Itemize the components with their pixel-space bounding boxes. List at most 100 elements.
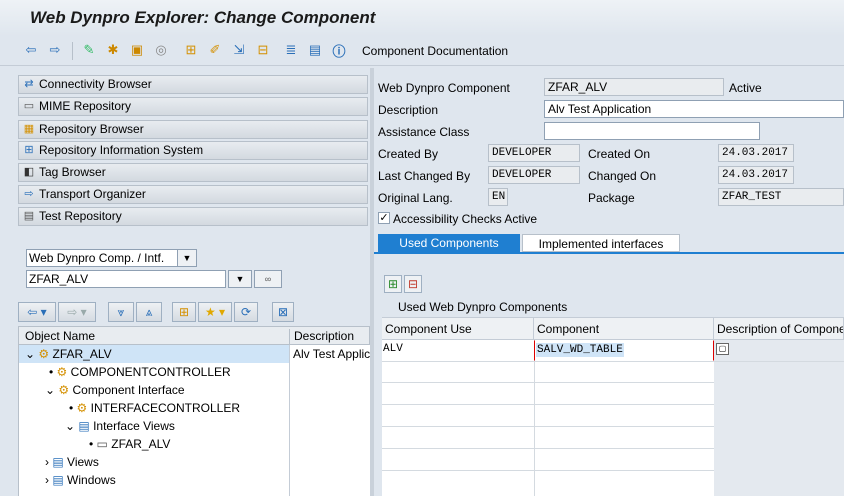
test-repository-button[interactable]: ▤ Test Repository xyxy=(18,207,368,226)
folder-icon: ▤ xyxy=(52,473,64,487)
label-changed-on: Changed On xyxy=(588,169,657,183)
tree-back-button[interactable]: ⇦ ▾ xyxy=(18,302,56,322)
tree-node-componentcontroller[interactable]: • ⚙ COMPONENTCONTROLLER xyxy=(49,365,231,379)
activate-icon[interactable]: ✱ xyxy=(104,41,122,59)
column-description: Description xyxy=(289,329,354,344)
forward-arrow-icon[interactable]: ⇨ xyxy=(46,41,64,59)
mime-repository-button[interactable]: ▭ MIME Repository xyxy=(18,97,368,116)
row-line xyxy=(382,404,714,405)
close-window-icon[interactable]: ⊠ xyxy=(272,302,294,322)
where-used-icon[interactable]: ◎ xyxy=(152,41,170,59)
display-change-icon[interactable]: ✎ xyxy=(80,41,98,59)
column-description: Description of Compone xyxy=(714,318,844,340)
info-system-icon: ⊞ xyxy=(24,144,34,156)
tab-implemented-interfaces[interactable]: Implemented interfaces xyxy=(522,234,680,252)
row-component-use[interactable]: ALV xyxy=(383,343,403,355)
value-help-icon[interactable]: ▢ xyxy=(716,343,729,355)
focused-cell[interactable]: SALV_WD_TABLE xyxy=(534,340,714,361)
column-object-name: Object Name xyxy=(25,329,96,343)
test-icon: ▤ xyxy=(23,210,35,222)
tree-node-views[interactable]: › ▤ Views xyxy=(45,455,99,469)
accessibility-label: Accessibility Checks Active xyxy=(393,212,538,226)
created-by-field: DEVELOPER xyxy=(488,144,580,162)
page-title: Web Dynpro Explorer: Change Component xyxy=(30,8,376,27)
row-component[interactable]: SALV_WD_TABLE xyxy=(536,343,624,357)
description-column xyxy=(289,345,371,496)
original-language-field: EN xyxy=(488,188,508,206)
row-line xyxy=(382,382,714,383)
tag-icon: ◧ xyxy=(23,166,35,178)
tree-node-root[interactable]: ⌄ ⚙ ZFAR_ALV xyxy=(25,347,112,361)
repository-info-system-button[interactable]: ⊞ Repository Information System xyxy=(18,141,368,160)
collapse-all-icon[interactable]: ⩓ xyxy=(136,302,162,322)
used-components-table: Component Use Component Description of C… xyxy=(382,318,844,496)
expand-all-icon[interactable]: ⩔ xyxy=(108,302,134,322)
object-tree: ⌄ ⚙ ZFAR_ALV Alv Test Applic • ⚙ COMPONE… xyxy=(18,345,370,496)
favorites-star-icon[interactable]: ★ ▾ xyxy=(198,302,232,322)
label-description: Description xyxy=(378,103,439,117)
chevron-down-icon[interactable]: ▼ xyxy=(177,249,197,267)
tab-used-components[interactable]: Used Components xyxy=(378,234,520,252)
tree-node-component-interface[interactable]: ⌄ ⚙ Component Interface xyxy=(45,383,185,397)
refresh-icon[interactable]: ⟳ xyxy=(234,302,258,322)
view-icon: ▭ xyxy=(96,437,108,451)
label-created-on: Created On xyxy=(588,147,651,161)
component-name-field: ZFAR_ALV xyxy=(544,78,724,96)
row-line xyxy=(382,426,714,427)
description-column-readonly xyxy=(714,340,844,496)
edit-icon[interactable]: ✐ xyxy=(206,41,224,59)
info-icon[interactable]: ⓘ xyxy=(330,41,348,59)
delete-row-icon[interactable]: ⊟ xyxy=(404,275,422,293)
tree-node-interface-views[interactable]: ⌄ ▤ Interface Views xyxy=(65,419,175,433)
tree-node-windows[interactable]: › ▤ Windows xyxy=(45,473,116,487)
network-icon: ⇄ xyxy=(24,78,34,90)
tree-header: Object Name Description xyxy=(18,326,370,345)
hierarchy-icon[interactable]: ⊟ xyxy=(254,41,272,59)
label-assistance-class: Assistance Class xyxy=(378,125,470,139)
display-glasses-icon[interactable]: ∞ xyxy=(254,270,282,288)
label-component: Web Dynpro Component xyxy=(378,81,510,95)
tree-node-interfacecontroller[interactable]: • ⚙ INTERFACECONTROLLER xyxy=(69,401,240,415)
tree-node-interface-view[interactable]: • ▭ ZFAR_ALV xyxy=(89,437,170,451)
object-list-icon[interactable]: ⊞ xyxy=(182,41,200,59)
label-package: Package xyxy=(588,191,635,205)
component-icon: ⚙ xyxy=(38,347,50,361)
folder-icon: ▤ xyxy=(52,455,64,469)
controller-icon: ⚙ xyxy=(56,365,68,379)
other-object-icon[interactable]: ▣ xyxy=(128,41,146,59)
object-name-input[interactable]: ZFAR_ALV xyxy=(26,270,226,288)
object-type-select[interactable]: Web Dynpro Comp. / Intf. xyxy=(26,249,178,267)
repository-browser-button[interactable]: ▦ Repository Browser xyxy=(18,120,368,139)
label-created-by: Created By xyxy=(378,147,439,161)
pane-splitter[interactable] xyxy=(370,68,374,496)
created-on-field: 24.03.2017 xyxy=(718,144,794,162)
dropdown-arrow-icon[interactable]: ▼ xyxy=(228,270,252,288)
status-active: Active xyxy=(729,81,762,95)
navigate-icon[interactable]: ⇲ xyxy=(230,41,248,59)
toolbar-separator xyxy=(72,42,73,60)
insert-row-icon[interactable]: ⊞ xyxy=(384,275,402,293)
tag-browser-button[interactable]: ◧ Tag Browser xyxy=(18,163,368,182)
column-divider xyxy=(534,340,535,496)
window-icon: ▤ xyxy=(78,419,90,433)
description-input[interactable]: Alv Test Application xyxy=(544,100,844,118)
connectivity-browser-button[interactable]: ⇄ Connectivity Browser xyxy=(18,75,368,94)
application-toolbar: ⇦ ⇨ ✎ ✱ ▣ ◎ ⊞ ✐ ⇲ ⊟ ≣ ▤ ⓘ Component Docu… xyxy=(0,36,844,66)
back-arrow-icon[interactable]: ⇦ xyxy=(22,41,40,59)
label-last-changed-by: Last Changed By xyxy=(378,169,471,183)
table-icon[interactable]: ▤ xyxy=(306,41,324,59)
column-component-use: Component Use xyxy=(382,318,534,340)
grid-title-bar: Used Web Dynpro Components xyxy=(382,297,844,318)
column-component: Component xyxy=(534,318,714,340)
hierarchy-icon[interactable]: ⊞ xyxy=(172,302,196,322)
align-icon[interactable]: ≣ xyxy=(282,41,300,59)
transport-organizer-button[interactable]: ⇨ Transport Organizer xyxy=(18,185,368,204)
assistance-class-input[interactable] xyxy=(544,122,760,140)
controller-icon: ⚙ xyxy=(76,401,88,415)
accessibility-checkbox[interactable]: ✓ xyxy=(378,212,390,224)
interface-icon: ⚙ xyxy=(58,383,70,397)
component-documentation-button[interactable]: Component Documentation xyxy=(362,44,508,58)
tree-forward-button[interactable]: ⇨ ▾ xyxy=(58,302,96,322)
row-line xyxy=(382,448,714,449)
row-line xyxy=(382,361,844,362)
